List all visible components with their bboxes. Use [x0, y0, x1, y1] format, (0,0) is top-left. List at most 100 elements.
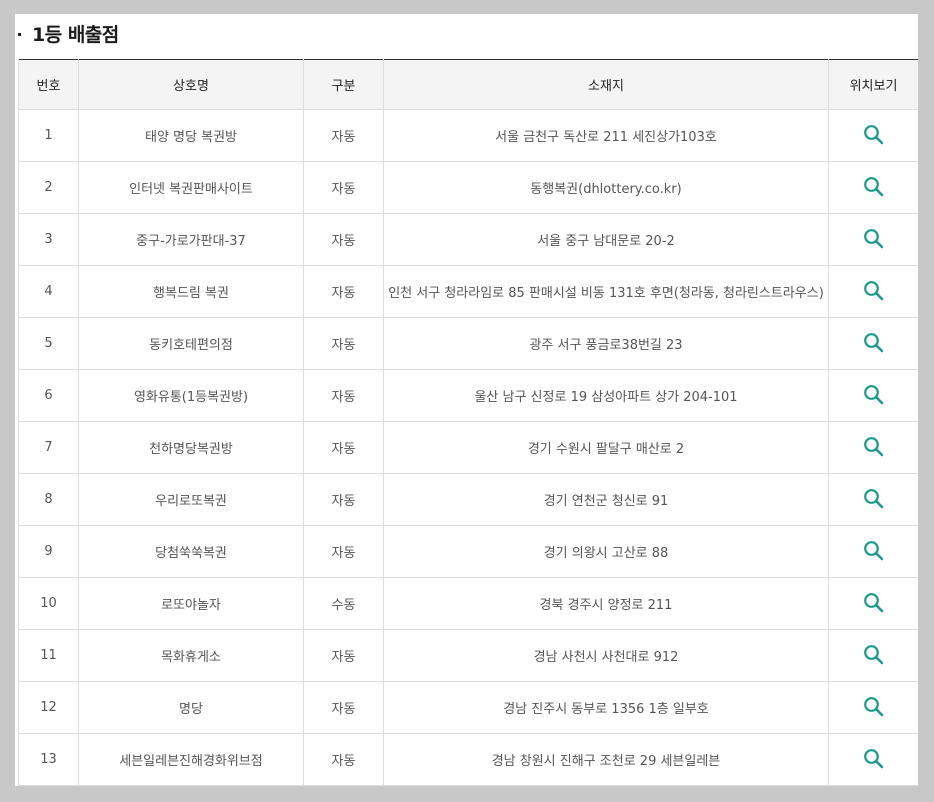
cell-number: 6 [18, 369, 79, 422]
view-location-button[interactable] [862, 382, 886, 406]
cell-location [828, 265, 918, 318]
view-location-button[interactable] [862, 122, 886, 146]
cell-store-name: 동키호테편의점 [78, 317, 304, 370]
cell-address: 경북 경주시 양정로 211 [383, 577, 829, 630]
cell-number: 3 [18, 213, 79, 266]
cell-number: 2 [18, 161, 79, 214]
table-row: 11 목화휴게소 자동 경남 사천시 사천대로 912 [18, 629, 918, 682]
cell-store-name: 천하명당복권방 [78, 421, 304, 474]
search-icon [864, 332, 884, 353]
cell-store-name: 당첨쑥쑥복권 [78, 525, 304, 578]
view-location-button[interactable] [862, 330, 886, 354]
search-icon [864, 124, 884, 145]
cell-address: 인천 서구 청라라임로 85 판매시설 비동 131호 후면(청라동, 청라린스… [383, 265, 829, 318]
cell-address: 울산 남구 신정로 19 삼성아파트 상가 204-101 [383, 369, 829, 422]
header-store-name: 상호명 [78, 59, 304, 110]
search-icon [864, 748, 884, 769]
cell-address: 서울 금천구 독산로 211 세진상가103호 [383, 109, 829, 162]
view-location-button[interactable] [862, 434, 886, 458]
cell-type: 자동 [303, 265, 384, 318]
cell-location [828, 369, 918, 422]
search-icon [864, 176, 884, 197]
cell-type: 자동 [303, 629, 384, 682]
cell-type: 자동 [303, 525, 384, 578]
cell-store-name: 인터넷 복권판매사이트 [78, 161, 304, 214]
table-row: 1 태양 명당 복권방 자동 서울 금천구 독산로 211 세진상가103호 [18, 109, 918, 162]
table-row: 8 우리로또복권 자동 경기 연천군 청신로 91 [18, 473, 918, 526]
cell-location [828, 317, 918, 370]
cell-store-name: 목화휴게소 [78, 629, 304, 682]
cell-type: 자동 [303, 369, 384, 422]
table-row: 12 명당 자동 경남 진주시 동부로 1356 1층 일부호 [18, 681, 918, 734]
cell-type: 자동 [303, 473, 384, 526]
bullet-icon [18, 32, 21, 36]
cell-number: 8 [18, 473, 79, 526]
cell-store-name: 로또야놀자 [78, 577, 304, 630]
cell-location [828, 733, 918, 786]
search-icon [864, 488, 884, 509]
cell-type: 자동 [303, 421, 384, 474]
winning-stores-panel: 1등 배출점 번호 상호명 구분 소재지 위치보기 1 태양 명당 복권방 자동… [15, 14, 918, 786]
cell-number: 1 [18, 109, 79, 162]
cell-address: 서울 중구 남대문로 20-2 [383, 213, 829, 266]
table-row: 10 로또야놀자 수동 경북 경주시 양정로 211 [18, 577, 918, 630]
search-icon [864, 644, 884, 665]
table-row: 5 동키호테편의점 자동 광주 서구 풍금로38번길 23 [18, 317, 918, 370]
cell-address: 경기 의왕시 고산로 88 [383, 525, 829, 578]
cell-store-name: 영화유통(1등복권방) [78, 369, 304, 422]
cell-number: 11 [18, 629, 79, 682]
header-address: 소재지 [383, 59, 829, 110]
view-location-button[interactable] [862, 746, 886, 770]
cell-location [828, 161, 918, 214]
cell-store-name: 세븐일레븐진해경화위브점 [78, 733, 304, 786]
view-location-button[interactable] [862, 642, 886, 666]
view-location-button[interactable] [862, 590, 886, 614]
cell-location [828, 629, 918, 682]
cell-number: 4 [18, 265, 79, 318]
table-row: 6 영화유통(1등복권방) 자동 울산 남구 신정로 19 삼성아파트 상가 2… [18, 369, 918, 422]
cell-address: 경기 연천군 청신로 91 [383, 473, 829, 526]
search-icon [864, 384, 884, 405]
cell-location [828, 577, 918, 630]
cell-store-name: 우리로또복권 [78, 473, 304, 526]
cell-type: 자동 [303, 681, 384, 734]
cell-type: 자동 [303, 161, 384, 214]
cell-type: 자동 [303, 733, 384, 786]
view-location-button[interactable] [862, 538, 886, 562]
table-row: 4 행복드림 복권 자동 인천 서구 청라라임로 85 판매시설 비동 131호… [18, 265, 918, 318]
stores-table: 번호 상호명 구분 소재지 위치보기 1 태양 명당 복권방 자동 서울 금천구… [18, 59, 918, 786]
view-location-button[interactable] [862, 226, 886, 250]
cell-location [828, 681, 918, 734]
cell-type: 자동 [303, 213, 384, 266]
table-row: 3 중구-가로가판대-37 자동 서울 중구 남대문로 20-2 [18, 213, 918, 266]
table-header-row: 번호 상호명 구분 소재지 위치보기 [18, 59, 918, 110]
table-row: 2 인터넷 복권판매사이트 자동 동행복권(dhlottery.co.kr) [18, 161, 918, 214]
cell-address: 동행복권(dhlottery.co.kr) [383, 161, 829, 214]
search-icon [864, 696, 884, 717]
cell-number: 12 [18, 681, 79, 734]
cell-number: 9 [18, 525, 79, 578]
cell-location [828, 213, 918, 266]
cell-store-name: 중구-가로가판대-37 [78, 213, 304, 266]
view-location-button[interactable] [862, 278, 886, 302]
search-icon [864, 540, 884, 561]
cell-location [828, 525, 918, 578]
cell-number: 7 [18, 421, 79, 474]
cell-address: 광주 서구 풍금로38번길 23 [383, 317, 829, 370]
cell-location [828, 421, 918, 474]
cell-store-name: 태양 명당 복권방 [78, 109, 304, 162]
view-location-button[interactable] [862, 174, 886, 198]
cell-address: 경남 진주시 동부로 1356 1층 일부호 [383, 681, 829, 734]
cell-location [828, 109, 918, 162]
cell-store-name: 명당 [78, 681, 304, 734]
cell-number: 13 [18, 733, 79, 786]
table-row: 7 천하명당복권방 자동 경기 수원시 팔달구 매산로 2 [18, 421, 918, 474]
view-location-button[interactable] [862, 486, 886, 510]
cell-address: 경기 수원시 팔달구 매산로 2 [383, 421, 829, 474]
cell-address: 경남 사천시 사천대로 912 [383, 629, 829, 682]
cell-type: 자동 [303, 317, 384, 370]
cell-number: 5 [18, 317, 79, 370]
search-icon [864, 436, 884, 457]
view-location-button[interactable] [862, 694, 886, 718]
header-type: 구분 [303, 59, 384, 110]
